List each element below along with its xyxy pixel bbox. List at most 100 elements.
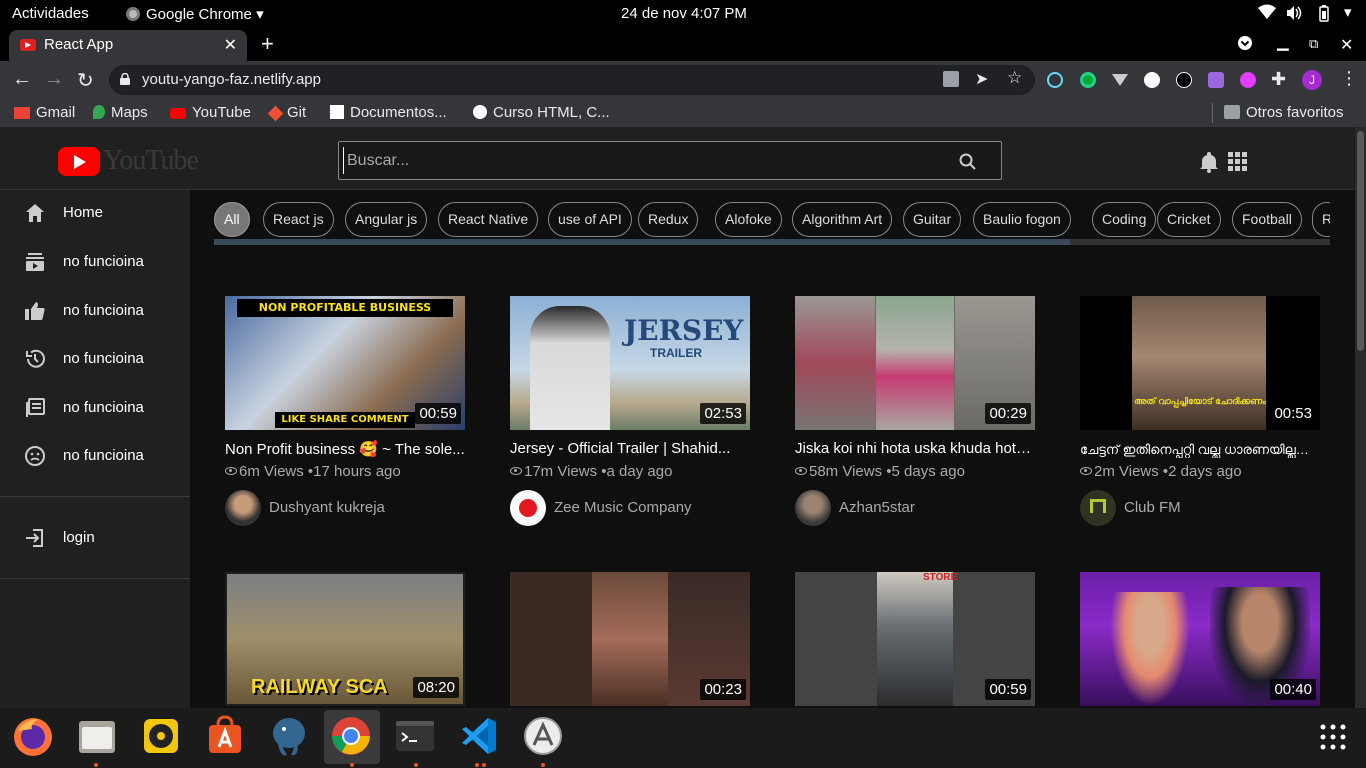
- address-bar[interactable]: youtu-yango-faz.netlify.app ➤ ☆: [109, 65, 1035, 95]
- chip[interactable]: Algorithm Art: [792, 202, 893, 237]
- profile-avatar[interactable]: J: [1302, 70, 1322, 90]
- video-thumbnail[interactable]: 00:29: [795, 296, 1035, 430]
- send-to-device-icon[interactable]: ➤: [975, 69, 988, 89]
- reload-icon[interactable]: ↻: [77, 68, 94, 93]
- terminal-icon[interactable]: [392, 713, 440, 761]
- system-menu-chevron-icon[interactable]: ▾: [1344, 3, 1352, 21]
- software-center-icon[interactable]: [202, 713, 250, 761]
- search-icon[interactable]: [959, 153, 976, 170]
- chrome-dock-icon[interactable]: [328, 713, 376, 761]
- postgresql-icon[interactable]: [266, 713, 314, 761]
- chip[interactable]: Guitar: [903, 202, 962, 237]
- sidebar-item-history[interactable]: no funcioina: [0, 336, 190, 380]
- chip[interactable]: Alofoke: [715, 202, 782, 237]
- video-thumbnail[interactable]: RAILWAY SCA 08:20: [225, 572, 465, 706]
- video-thumbnail[interactable]: 00:23: [510, 572, 750, 706]
- bookmark-youtube[interactable]: YouTube: [170, 104, 251, 121]
- show-apps-grid-icon[interactable]: [1320, 724, 1346, 755]
- extension-dropper-icon[interactable]: [1208, 72, 1224, 88]
- chip[interactable]: React Native: [438, 202, 539, 237]
- chip[interactable]: Angular js: [345, 202, 428, 237]
- chip[interactable]: R: [1312, 202, 1330, 237]
- chrome-menu-icon[interactable]: ⋮: [1340, 68, 1358, 89]
- minimize-icon[interactable]: ▁: [1277, 33, 1289, 51]
- extension-purple-icon[interactable]: [1240, 72, 1256, 88]
- youtube-logo-text[interactable]: YouTube: [103, 145, 199, 177]
- files-icon[interactable]: [74, 713, 122, 761]
- bookmark-curso-html[interactable]: Curso HTML, C...: [473, 104, 610, 121]
- tab-search-icon[interactable]: [1237, 35, 1253, 55]
- notifications-bell-icon[interactable]: [1199, 151, 1219, 173]
- chip[interactable]: Redux: [638, 202, 699, 237]
- volume-icon[interactable]: [1286, 5, 1302, 25]
- close-window-icon[interactable]: ✕: [1340, 35, 1353, 55]
- page-scrollbar-thumb[interactable]: [1357, 131, 1364, 351]
- page-scrollbar[interactable]: [1355, 127, 1366, 708]
- react-devtools-icon[interactable]: [1047, 72, 1063, 88]
- extension-a-icon[interactable]: [1176, 72, 1192, 88]
- tab-react-app[interactable]: React App ✕: [9, 30, 247, 61]
- video-thumbnail[interactable]: 00:40: [1080, 572, 1320, 706]
- chips-scrollbar[interactable]: [214, 239, 1330, 245]
- video-thumbnail[interactable]: NON PROFITABLE BUSINESS LIKE SHARE COMME…: [225, 296, 465, 430]
- sidebar-item-library[interactable]: no funcioina: [0, 385, 190, 429]
- channel-avatar[interactable]: [795, 490, 831, 526]
- video-thumbnail[interactable]: അത് വാപ്പച്ചിയോട് ചോദിക്കണം 00:53: [1080, 296, 1320, 430]
- channel-avatar[interactable]: [510, 490, 546, 526]
- bookmark-star-icon[interactable]: ☆: [1007, 68, 1022, 88]
- channel-avatar[interactable]: [225, 490, 261, 526]
- maximize-icon[interactable]: ⧉: [1309, 36, 1318, 52]
- rhythmbox-icon[interactable]: [138, 713, 186, 761]
- wifi-icon[interactable]: [1258, 4, 1276, 24]
- extension-h-icon[interactable]: [1144, 72, 1160, 88]
- lock-icon[interactable]: [120, 73, 130, 85]
- video-thumbnail[interactable]: STORE 00:59: [795, 572, 1035, 706]
- channel-name[interactable]: Zee Music Company: [554, 499, 692, 516]
- vue-devtools-icon[interactable]: [1112, 74, 1128, 86]
- channel-name[interactable]: Dushyant kukreja: [269, 499, 385, 516]
- bookmark-other-folder[interactable]: Otros favoritos: [1224, 104, 1344, 121]
- chip[interactable]: React js: [263, 202, 334, 237]
- chip-all[interactable]: All: [214, 202, 250, 237]
- chip[interactable]: Football: [1232, 202, 1302, 237]
- video-title[interactable]: Jersey - Official Trailer | Shahid...: [510, 440, 750, 457]
- clock[interactable]: 24 de nov 4:07 PM: [621, 5, 747, 22]
- search-input[interactable]: [343, 147, 943, 174]
- sidebar-item-feedback[interactable]: no funcioina: [0, 433, 190, 477]
- apps-grid-icon[interactable]: [1228, 152, 1247, 171]
- video-thumbnail[interactable]: JERSEY TRAILER 02:53: [510, 296, 750, 430]
- youtube-logo-icon[interactable]: [58, 147, 100, 176]
- chip[interactable]: use of API: [548, 202, 632, 237]
- sidebar-item-liked[interactable]: no funcioina: [0, 288, 190, 332]
- video-title[interactable]: ചേട്ടന് ഇതിനെപ്പറ്റി വല്ല ധാരണയില്ലല്ലോ.…: [1080, 442, 1320, 458]
- sidebar-item-subscriptions[interactable]: no funcioina: [0, 239, 190, 283]
- new-tab-icon[interactable]: +: [261, 31, 274, 57]
- sidebar-item-login[interactable]: login: [0, 515, 190, 559]
- extension-green-icon[interactable]: [1080, 72, 1096, 88]
- chip[interactable]: Baulio fogon: [973, 202, 1071, 237]
- chip[interactable]: Coding: [1092, 202, 1157, 237]
- close-tab-icon[interactable]: ✕: [224, 35, 237, 55]
- channel-avatar[interactable]: [1080, 490, 1116, 526]
- forward-icon[interactable]: →: [44, 68, 64, 91]
- activities-button[interactable]: Actividades: [12, 5, 89, 22]
- chip[interactable]: Cricket: [1157, 202, 1221, 237]
- bookmark-git[interactable]: Git: [267, 104, 306, 122]
- sidebar-item-home[interactable]: Home: [0, 190, 190, 234]
- software-updater-icon[interactable]: [520, 713, 568, 761]
- translate-icon[interactable]: [943, 71, 959, 87]
- chips-scrollbar-thumb[interactable]: [214, 239, 1070, 245]
- extensions-puzzle-icon[interactable]: ✚: [1271, 69, 1286, 90]
- vscode-icon[interactable]: [456, 713, 504, 761]
- bookmark-maps[interactable]: Maps: [93, 104, 148, 121]
- channel-name[interactable]: Azhan5star: [839, 499, 915, 516]
- back-icon[interactable]: ←: [12, 68, 32, 91]
- battery-icon[interactable]: [1316, 5, 1332, 26]
- video-title[interactable]: Non Profit business 🥰 ~ The sole...: [225, 440, 465, 458]
- firefox-icon[interactable]: [10, 713, 58, 761]
- app-menu[interactable]: Google Chrome ▾: [126, 5, 264, 23]
- bookmark-gmail[interactable]: Gmail: [14, 104, 75, 121]
- bookmark-documentos[interactable]: Documentos...: [330, 104, 447, 121]
- channel-name[interactable]: Club FM: [1124, 499, 1181, 516]
- video-title[interactable]: Jiska koi nhi hota uska khuda hota...: [795, 440, 1035, 457]
